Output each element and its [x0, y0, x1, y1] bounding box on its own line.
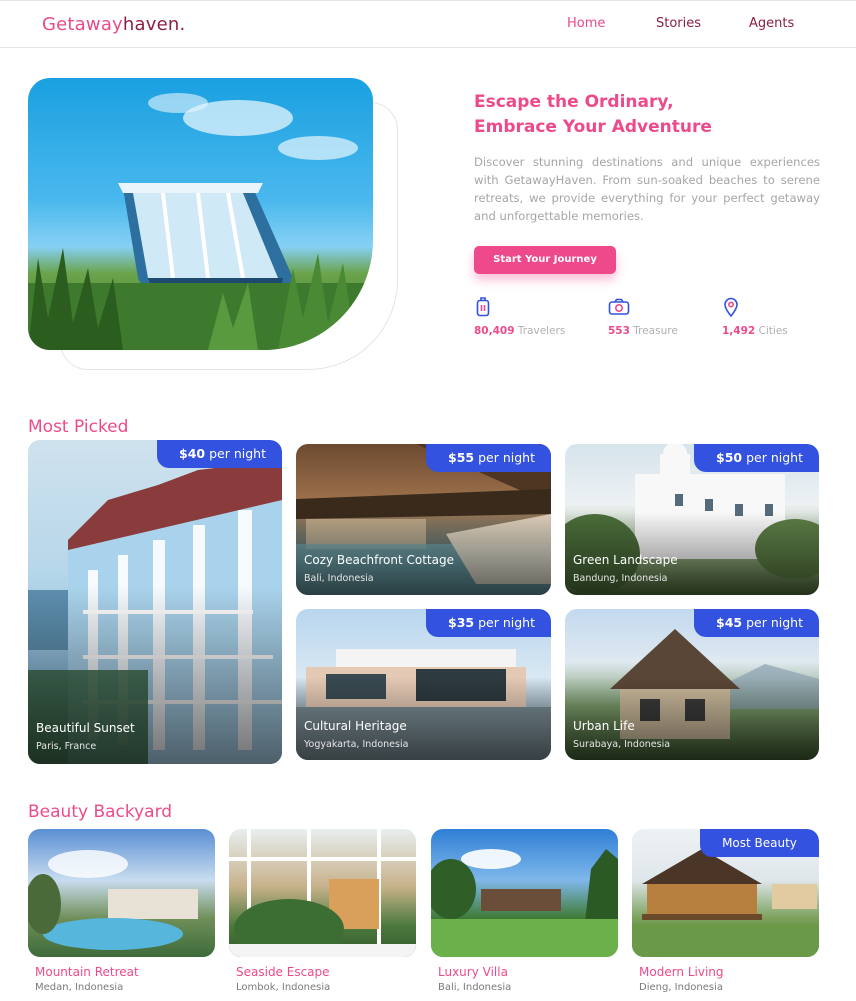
card-location: Bali, Indonesia	[304, 573, 374, 584]
hero-description: Discover stunning destinations and uniqu…	[474, 155, 820, 223]
card-title: Beautiful Sunset	[36, 721, 135, 735]
brand-logo[interactable]: Getawayhaven.	[42, 14, 185, 35]
brand-logo-part1: Getaway	[42, 14, 123, 35]
price-badge: $35 per night	[426, 609, 551, 637]
hero-title-line1: Escape the Ordinary,	[474, 92, 674, 112]
price-amount: $50	[716, 450, 743, 465]
backyard-item-location: Lombok, Indonesia	[236, 982, 331, 993]
price-badge: $45 per night	[694, 609, 819, 637]
price-amount: $55	[448, 450, 475, 465]
card-shade	[28, 585, 282, 764]
most-picked-title: Most Picked	[28, 417, 129, 437]
stat-cities: 1,492 Cities	[722, 296, 788, 337]
nav-link-home[interactable]: Home	[567, 16, 605, 31]
stat-treasure-value: 553	[608, 325, 630, 337]
backyard-card-image[interactable]	[229, 829, 416, 957]
brand-logo-part2: haven.	[122, 14, 186, 35]
nav-link-agents[interactable]: Agents	[749, 16, 794, 31]
beauty-backyard-title: Beauty Backyard	[28, 802, 173, 822]
hero-image	[28, 78, 373, 350]
backyard-item-location: Medan, Indonesia	[35, 982, 124, 993]
backyard-item-name[interactable]: Seaside Escape	[236, 965, 330, 979]
stat-cities-label: Cities	[758, 325, 788, 337]
backyard-item-name[interactable]: Mountain Retreat	[35, 965, 139, 979]
card-title: Green Landscape	[573, 553, 678, 567]
most-picked-card[interactable]: $40 per night Beautiful Sunset Paris, Fr…	[28, 440, 282, 764]
backyard-item-location: Bali, Indonesia	[438, 982, 512, 993]
stat-treasure: 553 Treasure	[608, 296, 678, 337]
card-location: Surabaya, Indonesia	[573, 739, 671, 750]
backyard-card-image[interactable]	[28, 829, 215, 957]
backyard-card-image[interactable]	[431, 829, 618, 957]
price-unit: per night	[746, 615, 803, 630]
card-location: Bandung, Indonesia	[573, 573, 668, 584]
hero-title: Escape the Ordinary, Embrace Your Advent…	[474, 90, 834, 140]
card-location: Yogyakarta, Indonesia	[304, 739, 409, 750]
stat-travelers-label: Travelers	[517, 325, 566, 337]
backyard-item-name[interactable]: Luxury Villa	[438, 965, 508, 979]
site-header: Getawayhaven. Home Stories Agents	[0, 0, 856, 48]
price-badge: $55 per night	[426, 444, 551, 472]
most-picked-card[interactable]: $50 per night Green Landscape Bandung, I…	[565, 444, 819, 595]
price-amount: $35	[448, 615, 475, 630]
most-picked-card[interactable]: $35 per night Cultural Heritage Yogyakar…	[296, 609, 551, 760]
price-amount: $45	[716, 615, 743, 630]
price-unit: per night	[746, 450, 803, 465]
card-title: Cozy Beachfront Cottage	[304, 553, 454, 567]
backyard-item-location: Dieng, Indonesia	[639, 982, 724, 993]
card-title: Cultural Heritage	[304, 719, 407, 733]
most-picked-card[interactable]: $45 per night Urban Life Surabaya, Indon…	[565, 609, 819, 760]
most-beauty-badge: Most Beauty	[700, 829, 819, 857]
camera-icon	[608, 298, 630, 315]
backyard-item-name[interactable]: Modern Living	[639, 965, 724, 979]
most-picked-card[interactable]: $55 per night Cozy Beachfront Cottage Ba…	[296, 444, 551, 595]
price-badge: $50 per night	[694, 444, 819, 472]
card-title: Urban Life	[573, 719, 635, 733]
price-unit: per night	[209, 446, 266, 461]
start-journey-button[interactable]: Start Your Journey	[474, 246, 616, 274]
stat-treasure-label: Treasure	[633, 325, 678, 337]
map-pin-icon	[724, 297, 738, 318]
price-amount: $40	[179, 446, 206, 461]
price-unit: per night	[478, 450, 535, 465]
nav-link-stories[interactable]: Stories	[656, 16, 701, 31]
stat-travelers-value: 80,409	[474, 325, 515, 337]
luggage-icon	[476, 297, 490, 317]
stat-travelers: 80,409 Travelers	[474, 296, 565, 337]
card-location: Paris, France	[36, 741, 97, 752]
price-unit: per night	[478, 615, 535, 630]
price-badge: $40 per night	[157, 440, 282, 468]
hero-title-line2: Embrace Your Adventure	[474, 117, 712, 137]
stat-cities-value: 1,492	[722, 325, 756, 337]
backyard-card-image[interactable]: Most Beauty	[632, 829, 819, 957]
